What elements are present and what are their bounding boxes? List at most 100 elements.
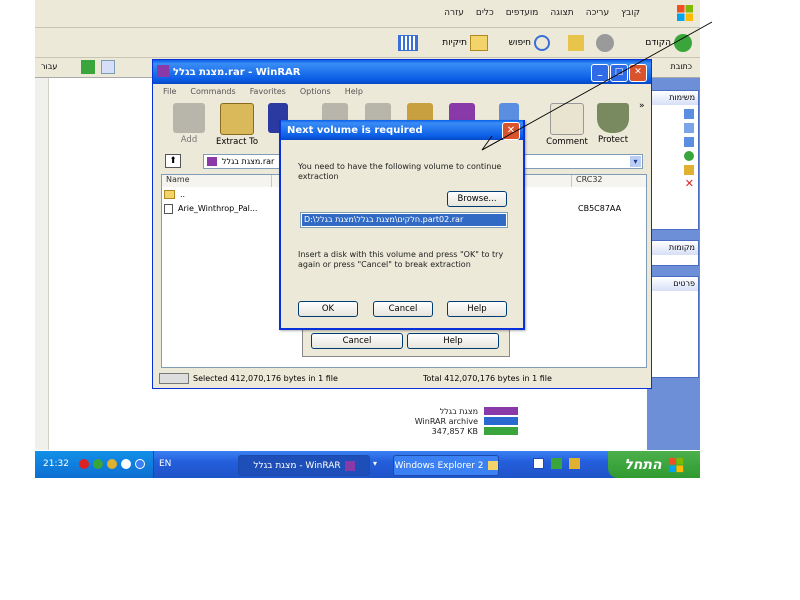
menu-favorites[interactable]: Favorites [250, 87, 286, 96]
status-selected: Selected 412,070,176 bytes in 1 file [193, 374, 338, 383]
comment-button[interactable]: Comment [543, 103, 591, 149]
task-icon[interactable] [684, 109, 694, 119]
winrar-archive-icon [484, 407, 518, 439]
menu-options[interactable]: Options [300, 87, 331, 96]
back-button[interactable]: הקודם [645, 32, 692, 54]
cancel-button[interactable]: Cancel [373, 301, 433, 317]
volume-path-input[interactable]: D:\חלקים\מצגת בגלל\מצגת בגלל.part02.rar [300, 212, 508, 228]
up-folder-button[interactable] [568, 32, 584, 54]
task-icon[interactable] [684, 165, 694, 175]
tray-icon[interactable] [79, 459, 89, 469]
tray-icon[interactable] [107, 459, 117, 469]
taskbar-item-winrar[interactable]: מצגת בגלל - WinRAR [238, 455, 370, 476]
file-type: WinRAR archive [414, 417, 478, 426]
winrar-icon [157, 65, 169, 77]
winrar-titlebar: מצגת בגלל.rar - WinRAR _ □ ✕ [153, 60, 651, 84]
help-button[interactable]: Help [407, 333, 499, 349]
tray-icon[interactable] [93, 459, 103, 469]
task-icon[interactable] [684, 123, 694, 133]
more-tools-icon[interactable]: » [639, 101, 645, 111]
chevron-down-icon[interactable]: ▾ [373, 459, 377, 468]
menu-help[interactable]: עזרה [444, 8, 464, 18]
file-icon [164, 204, 173, 214]
go-label[interactable]: עבור [41, 62, 57, 71]
quick-launch-icon[interactable] [533, 458, 544, 469]
dialog-instruction: Insert a disk with this volume and press… [298, 250, 504, 269]
search-button[interactable]: חיפוש [509, 32, 550, 54]
cancel-button[interactable]: Cancel [311, 333, 403, 349]
rar-file-item[interactable]: מצגת בגלל WinRAR archive 347,857 KB [410, 405, 535, 451]
views-button[interactable] [398, 32, 418, 54]
add-button[interactable]: Add [165, 103, 213, 149]
windows-logo-icon [677, 5, 693, 21]
path-text: מצגת בגלל.rar [222, 157, 275, 166]
dialog-title: Next volume is required [287, 124, 423, 136]
go-arrow-icon[interactable] [81, 60, 95, 74]
tasks-pane: משימות ✕ מקומות פרטים [647, 78, 700, 450]
tasks-panel: משימות ✕ [651, 90, 699, 230]
shield-icon [597, 103, 629, 133]
drive-icon [159, 373, 189, 384]
winrar-icon [344, 460, 355, 471]
start-label: התחל [624, 456, 662, 473]
winrar-menubar: File Commands Favorites Options Help [153, 84, 651, 98]
tool-label: Comment [546, 137, 588, 147]
explorer-menubar: קובץ עריכה תצוגה מועדפים כלים עזרה [35, 0, 700, 28]
folders-label: תיקיות [442, 38, 467, 48]
menu-view[interactable]: תצוגה [550, 8, 573, 18]
up-one-level-button[interactable]: ⬆ [165, 154, 181, 168]
quick-launch-icon[interactable] [569, 458, 580, 469]
help-button[interactable]: Help [447, 301, 507, 317]
menu-help[interactable]: Help [345, 87, 363, 96]
start-button[interactable]: התחל [608, 451, 700, 478]
dialog-message: You need to have the following volume to… [298, 162, 502, 181]
system-tray: 21:32 [35, 451, 154, 478]
tray-icon[interactable] [121, 459, 131, 469]
tray-icon[interactable] [135, 459, 145, 469]
menu-file[interactable]: File [163, 87, 176, 96]
menu-commands[interactable]: Commands [190, 87, 235, 96]
column-header-crc[interactable]: CRC32 [572, 175, 646, 187]
chevron-down-icon[interactable] [101, 60, 115, 74]
chevron-down-icon[interactable]: ▾ [630, 156, 641, 167]
close-button[interactable]: ✕ [629, 64, 647, 82]
menu-edit[interactable]: עריכה [586, 8, 609, 18]
window-title: מצגת בגלל.rar - WinRAR [173, 66, 301, 78]
extract-to-button[interactable]: Extract To [213, 103, 261, 149]
maximize-button[interactable]: □ [610, 64, 628, 82]
next-volume-dialog: Next volume is required ✕ You need to ha… [279, 120, 525, 330]
task-icon[interactable] [684, 151, 694, 161]
add-icon [173, 103, 205, 133]
language-indicator[interactable]: EN [159, 459, 171, 469]
delete-icon[interactable]: ✕ [685, 178, 694, 189]
forward-button[interactable] [596, 32, 614, 54]
tasks-panel-title: משימות [652, 91, 698, 105]
close-button[interactable]: ✕ [502, 122, 520, 140]
taskbar-item-label: Windows Explorer 2 [394, 460, 484, 471]
column-header-name[interactable]: Name [162, 175, 272, 187]
menu-favorites[interactable]: מועדפים [506, 8, 539, 18]
folders-button[interactable]: תיקיות [442, 32, 488, 54]
scrollbar[interactable] [35, 78, 49, 450]
menu-tools[interactable]: כלים [476, 8, 494, 18]
volume-path-text: D:\חלקים\מצגת בגלל\מצגת בגלל.part02.rar [302, 214, 506, 226]
tool-label: Extract To [215, 137, 259, 147]
folders-icon [470, 35, 488, 51]
quick-launch-icon[interactable] [551, 458, 562, 469]
ok-button[interactable]: OK [298, 301, 358, 317]
comment-icon [550, 103, 584, 135]
address-label: כתובת [670, 62, 692, 71]
winrar-icon [207, 157, 217, 166]
back-arrow-icon [674, 34, 692, 52]
minimize-button[interactable]: _ [591, 64, 609, 82]
taskbar-item-explorer[interactable]: Windows Explorer 2 [393, 455, 499, 476]
menu-file[interactable]: קובץ [621, 8, 640, 18]
places-panel: מקומות [651, 240, 699, 266]
folder-icon [164, 190, 175, 199]
protect-button[interactable]: Protect [589, 103, 637, 149]
file-name: מצגת בגלל [439, 407, 478, 416]
places-panel-title: מקומות [652, 241, 698, 255]
task-icon[interactable] [684, 137, 694, 147]
row-name: Arie_Winthrop_Pal... [178, 204, 258, 213]
browse-button[interactable]: Browse... [447, 191, 507, 207]
